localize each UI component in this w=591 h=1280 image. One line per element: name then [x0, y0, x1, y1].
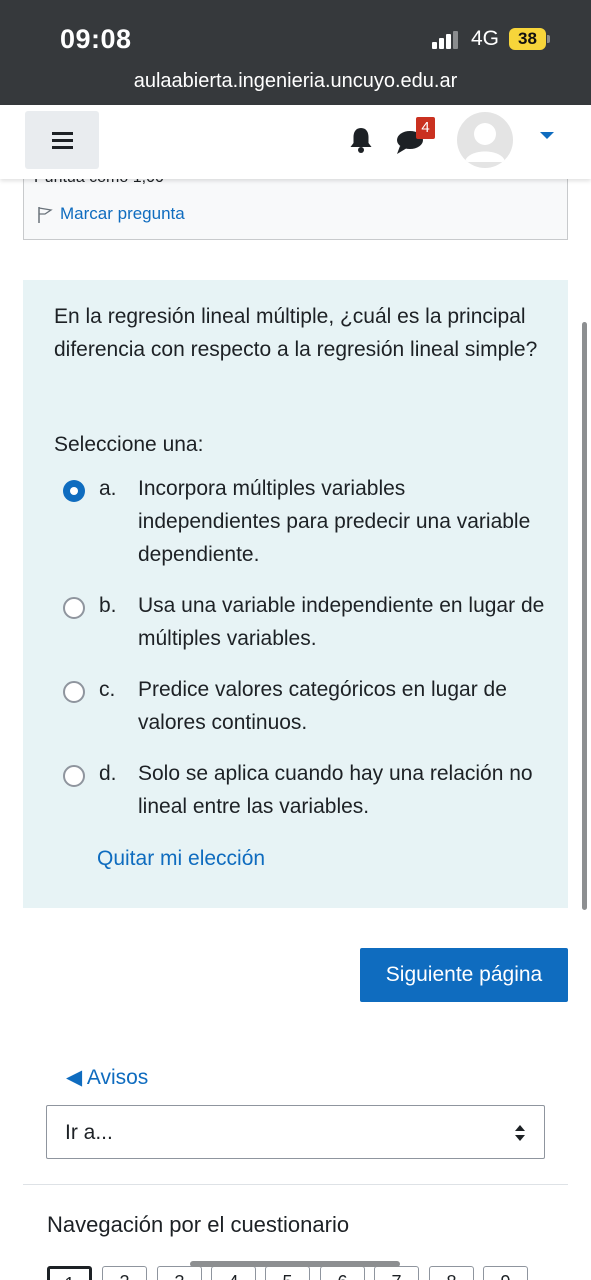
radio-a[interactable]	[63, 480, 85, 502]
quiz-nav-button[interactable]: 3	[157, 1266, 202, 1280]
messages-badge: 4	[416, 117, 435, 139]
quiz-nav-button[interactable]: 9	[483, 1266, 528, 1280]
previous-activity-link[interactable]: ◀ Avisos	[66, 1065, 148, 1090]
divider	[23, 1184, 568, 1185]
answer-letter: a.	[99, 477, 117, 500]
page: 09:08 4G 38 aulaabierta.ingenieria.uncuy…	[0, 0, 591, 1280]
next-page-button[interactable]: Siguiente página	[360, 948, 568, 1002]
radio-c[interactable]	[63, 681, 85, 703]
signal-icon	[432, 31, 460, 49]
answer-text: Predice valores categóricos en lugar de …	[138, 678, 507, 734]
caret-down-icon[interactable]	[540, 132, 554, 139]
quiz-navigation-title: Navegación por el cuestionario	[47, 1212, 350, 1237]
question-text: En la regresión lineal múltiple, ¿cuál e…	[54, 305, 538, 361]
answer-option-d[interactable]: d. Solo se aplica cuando hay una relació…	[63, 757, 543, 823]
hamburger-icon	[52, 132, 73, 135]
quiz-nav-button[interactable]: 2	[102, 1266, 147, 1280]
question-content: En la regresión lineal múltiple, ¿cuál e…	[23, 280, 568, 908]
bell-icon[interactable]	[346, 125, 376, 155]
menu-button[interactable]	[25, 111, 99, 169]
select-arrows-icon	[515, 1125, 525, 1141]
scrollbar[interactable]	[582, 322, 587, 910]
clear-choice-link[interactable]: Quitar mi elección	[97, 847, 265, 871]
home-indicator[interactable]	[190, 1261, 400, 1267]
answer-text: Incorpora múltiples variables independie…	[138, 477, 531, 566]
quiz-nav-button[interactable]: 5	[265, 1266, 310, 1280]
answer-option-c[interactable]: c. Predice valores categóricos en lugar …	[63, 673, 543, 739]
top-navbar: 4	[0, 105, 591, 179]
quiz-nav-button[interactable]: 8	[429, 1266, 474, 1280]
answer-text: Usa una variable independiente en lugar …	[138, 594, 545, 650]
network-type: 4G	[471, 27, 500, 50]
battery-icon: 38	[509, 28, 546, 50]
flag-question-link[interactable]: Marcar pregunta	[60, 204, 185, 224]
status-bar: 09:08 4G 38 aulaabierta.ingenieria.uncuy…	[0, 0, 591, 105]
quiz-nav-button[interactable]: 7	[374, 1266, 419, 1280]
flag-icon[interactable]	[37, 206, 53, 224]
address-bar[interactable]: aulaabierta.ingenieria.uncuyo.edu.ar	[0, 70, 591, 93]
answer-letter: d.	[99, 762, 117, 785]
jump-to-select[interactable]: Ir a...	[46, 1105, 545, 1159]
radio-b[interactable]	[63, 597, 85, 619]
clock: 09:08	[60, 24, 132, 54]
answer-prompt: Seleccione una:	[54, 433, 204, 456]
radio-d[interactable]	[63, 765, 85, 787]
answer-letter: c.	[99, 678, 116, 701]
answer-option-b[interactable]: b. Usa una variable independiente en lug…	[63, 589, 544, 655]
quiz-nav-button[interactable]: 6	[320, 1266, 365, 1280]
battery-tip	[547, 35, 550, 43]
jump-to-value: Ir a...	[65, 1121, 113, 1144]
quiz-nav-button[interactable]: 1	[47, 1266, 92, 1280]
answer-option-a[interactable]: a. Incorpora múltiples variables indepen…	[63, 472, 543, 572]
answer-text: Solo se aplica cuando hay una relación n…	[138, 762, 533, 818]
answer-letter: b.	[99, 594, 117, 617]
user-avatar[interactable]	[457, 112, 513, 168]
quiz-nav-button[interactable]: 4	[211, 1266, 256, 1280]
